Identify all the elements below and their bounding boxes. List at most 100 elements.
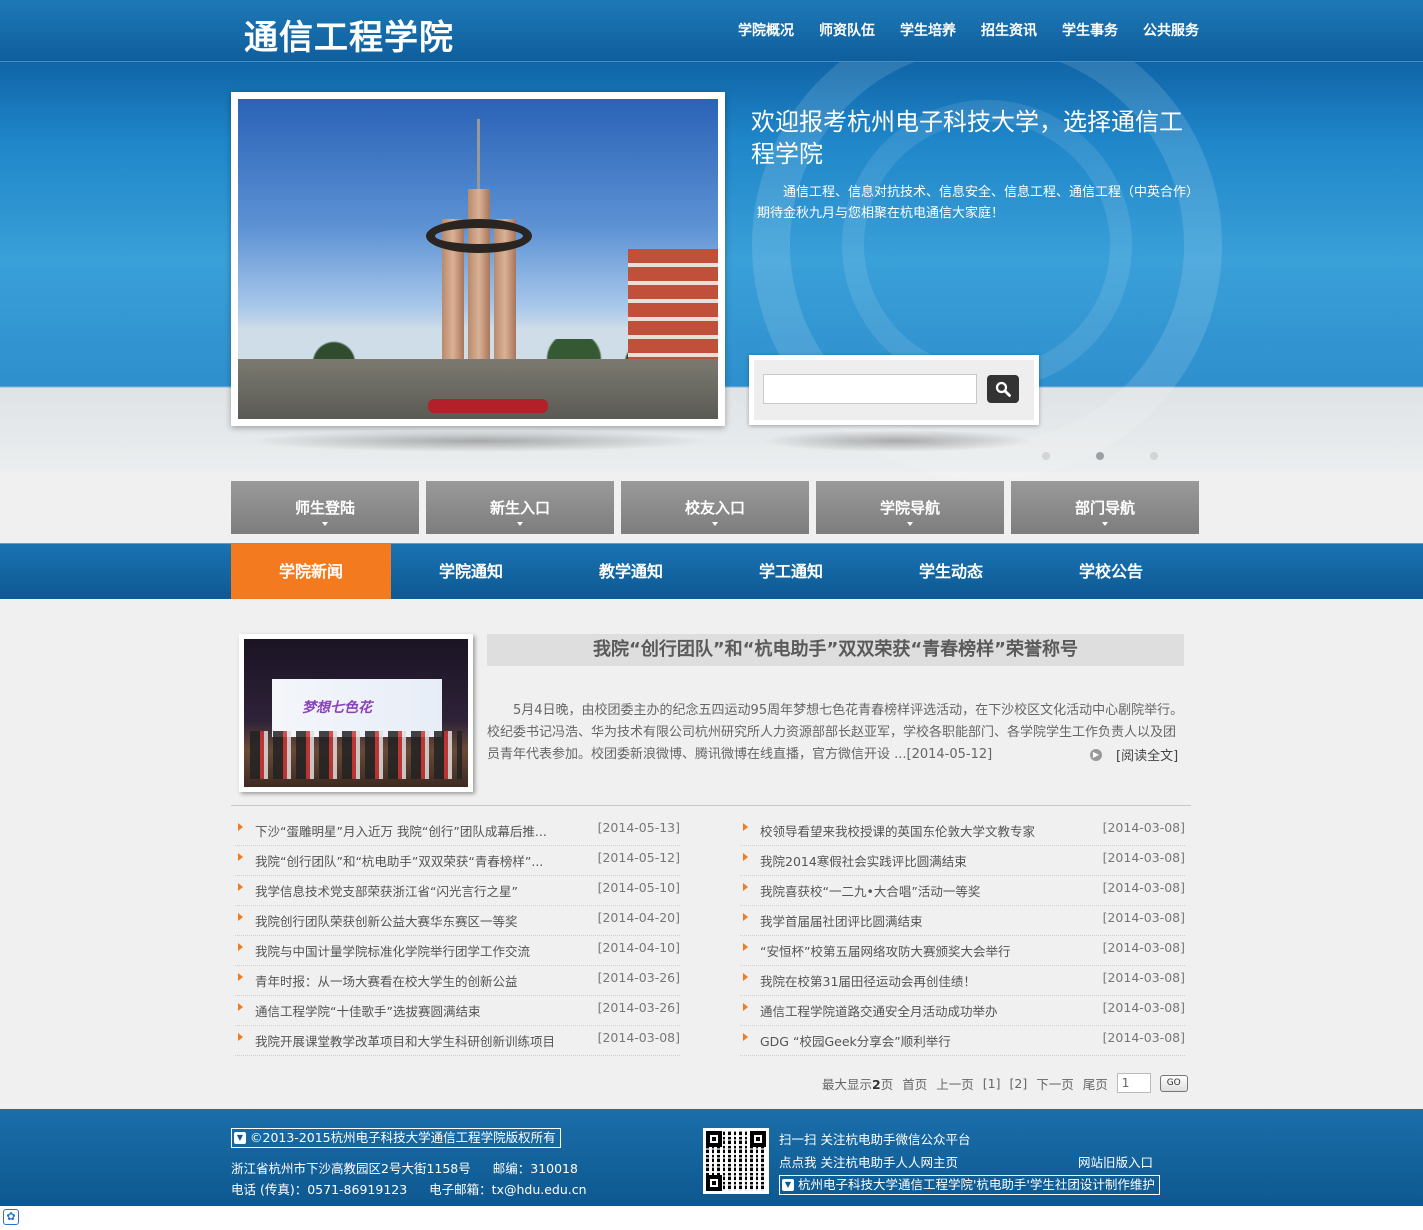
- bullet-icon: [743, 1032, 748, 1041]
- tab-student-work-notices[interactable]: 学工通知: [711, 544, 871, 600]
- list-item[interactable]: 通信工程学院“十佳歌手”选拔赛圆满结束 [2014-03-26]: [235, 996, 680, 1026]
- go-button[interactable]: GO: [1159, 1074, 1188, 1092]
- quick-link-freshman[interactable]: 新生入口: [426, 481, 614, 534]
- news-title[interactable]: 我院喜获校“一二九•大合唱”活动一等奖: [760, 881, 1103, 900]
- news-title[interactable]: 我学信息技术党支部荣获浙江省“闪光言行之星”: [255, 881, 598, 900]
- search-button[interactable]: [987, 375, 1019, 403]
- hero-slide-image[interactable]: [231, 92, 725, 426]
- phone-text: 电话 (传真)：0571-86919123: [231, 1182, 408, 1197]
- arrow-right-icon: ▶: [1090, 748, 1102, 761]
- list-item[interactable]: 我院喜获校“一二九•大合唱”活动一等奖 [2014-03-08]: [740, 876, 1185, 906]
- list-item[interactable]: 我院在校第31届田径运动会再创佳绩！ [2014-03-08]: [740, 966, 1185, 996]
- caret-down-icon: [1102, 522, 1108, 526]
- search-shadow: [760, 430, 1035, 452]
- tab-student-updates[interactable]: 学生动态: [871, 544, 1031, 600]
- quick-link-label: 部门导航: [1074, 499, 1135, 517]
- nav-item-admissions[interactable]: 招生资讯: [981, 20, 1037, 40]
- copyright-text: ©2013-2015杭州电子科技大学通信工程学院版权所有: [250, 1130, 556, 1145]
- slide-dot-2[interactable]: [1096, 452, 1104, 460]
- tab-college-notices[interactable]: 学院通知: [391, 544, 551, 600]
- list-item[interactable]: 下沙“蛋雕明星”月入近万 我院“创行”团队成幕后推... [2014-05-13]: [235, 816, 680, 846]
- news-title[interactable]: 我院创行团队荣获创新公益大赛华东赛区一等奖: [255, 911, 598, 930]
- news-title[interactable]: 通信工程学院道路交通安全月活动成功举办: [760, 1001, 1103, 1020]
- featured-news-title[interactable]: 我院“创行团队”和“杭电助手”双双荣获“青春榜样”荣誉称号: [487, 634, 1184, 666]
- paw-icon[interactable]: ✿: [3, 1209, 19, 1225]
- news-title[interactable]: 我院2014寒假社会实践评比圆满结束: [760, 851, 1103, 870]
- nav-item-student-affairs[interactable]: 学生事务: [1062, 20, 1118, 40]
- nav-item-faculty[interactable]: 师资队伍: [819, 20, 875, 40]
- first-page-link[interactable]: 首页: [902, 1074, 927, 1093]
- next-page-link[interactable]: 下一页: [1036, 1074, 1074, 1093]
- page-1-link[interactable]: [1]: [983, 1076, 1001, 1091]
- quick-link-department-nav[interactable]: 部门导航: [1011, 481, 1199, 534]
- quick-link-label: 新生入口: [489, 499, 550, 517]
- bullet-icon: [238, 1002, 243, 1011]
- news-title[interactable]: 我院与中国计量学院标准化学院举行团学工作交流: [255, 941, 598, 960]
- slide-pagination: [1042, 452, 1158, 460]
- news-title[interactable]: 我院在校第31届田径运动会再创佳绩！: [760, 971, 1103, 990]
- news-title[interactable]: 通信工程学院“十佳歌手”选拔赛圆满结束: [255, 1001, 598, 1020]
- news-title[interactable]: “安恒杯”校第五届网络攻防大赛颁奖大会举行: [760, 941, 1103, 960]
- list-item[interactable]: 通信工程学院道路交通安全月活动成功举办 [2014-03-08]: [740, 996, 1185, 1026]
- tab-teaching-notices[interactable]: 教学通知: [551, 544, 711, 600]
- news-title[interactable]: 我院“创行团队”和“杭电助手”双双荣获“青春榜样”...: [255, 851, 598, 870]
- list-item[interactable]: GDG “校园Geek分享会”顺利举行 [2014-03-08]: [740, 1026, 1185, 1056]
- wechat-line[interactable]: 扫一扫 关注杭电助手微信公众平台: [779, 1129, 970, 1148]
- list-item[interactable]: 我学首届届社团评比圆满结束 [2014-03-08]: [740, 906, 1185, 936]
- quick-link-college-nav[interactable]: 学院导航: [816, 481, 1004, 534]
- renren-line[interactable]: 点点我 关注杭电助手人人网主页: [779, 1152, 958, 1171]
- news-date: [2014-05-13]: [597, 820, 680, 835]
- prev-page-link[interactable]: 上一页: [936, 1074, 974, 1093]
- postcode-text: 邮编：310018: [492, 1161, 578, 1176]
- list-item[interactable]: 我学信息技术党支部荣获浙江省“闪光言行之星” [2014-05-10]: [235, 876, 680, 906]
- list-item[interactable]: 校领导看望来我校授课的英国东伦敦大学文教专家 [2014-03-08]: [740, 816, 1185, 846]
- search-panel: [749, 355, 1039, 425]
- slide-dot-3[interactable]: [1150, 452, 1158, 460]
- tab-school-announcements[interactable]: 学校公告: [1031, 544, 1191, 600]
- page-number-input[interactable]: 1: [1116, 1073, 1151, 1093]
- address-text: 浙江省杭州市下沙高教园区2号大街1158号: [231, 1161, 471, 1176]
- list-item[interactable]: 我院开展课堂教学改革项目和大学生科研创新训练项目 [2014-03-08]: [235, 1026, 680, 1056]
- old-site-link[interactable]: 网站旧版入口: [1078, 1152, 1153, 1171]
- nav-item-public-services[interactable]: 公共服务: [1143, 20, 1199, 40]
- tab-college-news[interactable]: 学院新闻: [231, 544, 391, 612]
- quick-link-staff-login[interactable]: 师生登陆: [231, 481, 419, 534]
- list-item[interactable]: 我院2014寒假社会实践评比圆满结束 [2014-03-08]: [740, 846, 1185, 876]
- bullet-icon: [743, 912, 748, 921]
- last-page-link[interactable]: 尾页: [1083, 1074, 1108, 1093]
- news-date: [2014-03-08]: [597, 1030, 680, 1045]
- stage-screen-text: 梦想七色花: [302, 700, 372, 716]
- nav-item-overview[interactable]: 学院概况: [738, 20, 794, 40]
- list-item[interactable]: 我院“创行团队”和“杭电助手”双双荣获“青春榜样”... [2014-05-12]: [235, 846, 680, 876]
- hero-heading: 欢迎报考杭州电子科技大学，选择通信工程学院: [751, 108, 1183, 168]
- news-title[interactable]: 下沙“蛋雕明星”月入近万 我院“创行”团队成幕后推...: [255, 821, 598, 840]
- nav-item-student-training[interactable]: 学生培养: [900, 20, 956, 40]
- search-input[interactable]: [763, 374, 977, 404]
- wechat-qr-code: [703, 1128, 769, 1194]
- news-title[interactable]: 校领导看望来我校授课的英国东伦敦大学文教专家: [760, 821, 1103, 840]
- caret-down-icon: [517, 522, 523, 526]
- news-title[interactable]: 我院开展课堂教学改革项目和大学生科研创新训练项目: [255, 1031, 598, 1050]
- news-list-right: 校领导看望来我校授课的英国东伦敦大学文教专家 [2014-03-08] 我院201…: [740, 816, 1185, 1056]
- list-item[interactable]: 我院与中国计量学院标准化学院举行团学工作交流 [2014-04-10]: [235, 936, 680, 966]
- featured-news-image[interactable]: 梦想七色花: [239, 634, 473, 792]
- news-title[interactable]: 青年时报：从一场大赛看在校大学生的创新公益: [255, 971, 598, 990]
- site-title[interactable]: 通信工程学院: [244, 10, 454, 59]
- read-more-link[interactable]: ▶ [阅读全文]: [1090, 745, 1178, 764]
- page-2-link[interactable]: [2]: [1009, 1076, 1027, 1091]
- bullet-icon: [238, 882, 243, 891]
- news-title[interactable]: GDG “校园Geek分享会”顺利举行: [760, 1031, 1103, 1050]
- news-title[interactable]: 我学首届届社团评比圆满结束: [760, 911, 1103, 930]
- news-date: [2014-03-08]: [1102, 970, 1185, 985]
- bottom-strip: [0, 1206, 1423, 1230]
- award-ceremony-photo: 梦想七色花: [244, 639, 468, 787]
- list-item[interactable]: “安恒杯”校第五届网络攻防大赛颁奖大会举行 [2014-03-08]: [740, 936, 1185, 966]
- list-item[interactable]: 我院创行团队荣获创新公益大赛华东赛区一等奖 [2014-04-20]: [235, 906, 680, 936]
- caret-down-icon: [712, 522, 718, 526]
- slide-dot-1[interactable]: [1042, 452, 1050, 460]
- quick-link-alumni[interactable]: 校友入口: [621, 481, 809, 534]
- email-text[interactable]: 电子邮箱：tx@hdu.edu.cn: [429, 1182, 586, 1197]
- list-item[interactable]: 青年时报：从一场大赛看在校大学生的创新公益 [2014-03-26]: [235, 966, 680, 996]
- news-date: [2014-05-12]: [597, 850, 680, 865]
- quick-link-label: 校友入口: [684, 499, 745, 517]
